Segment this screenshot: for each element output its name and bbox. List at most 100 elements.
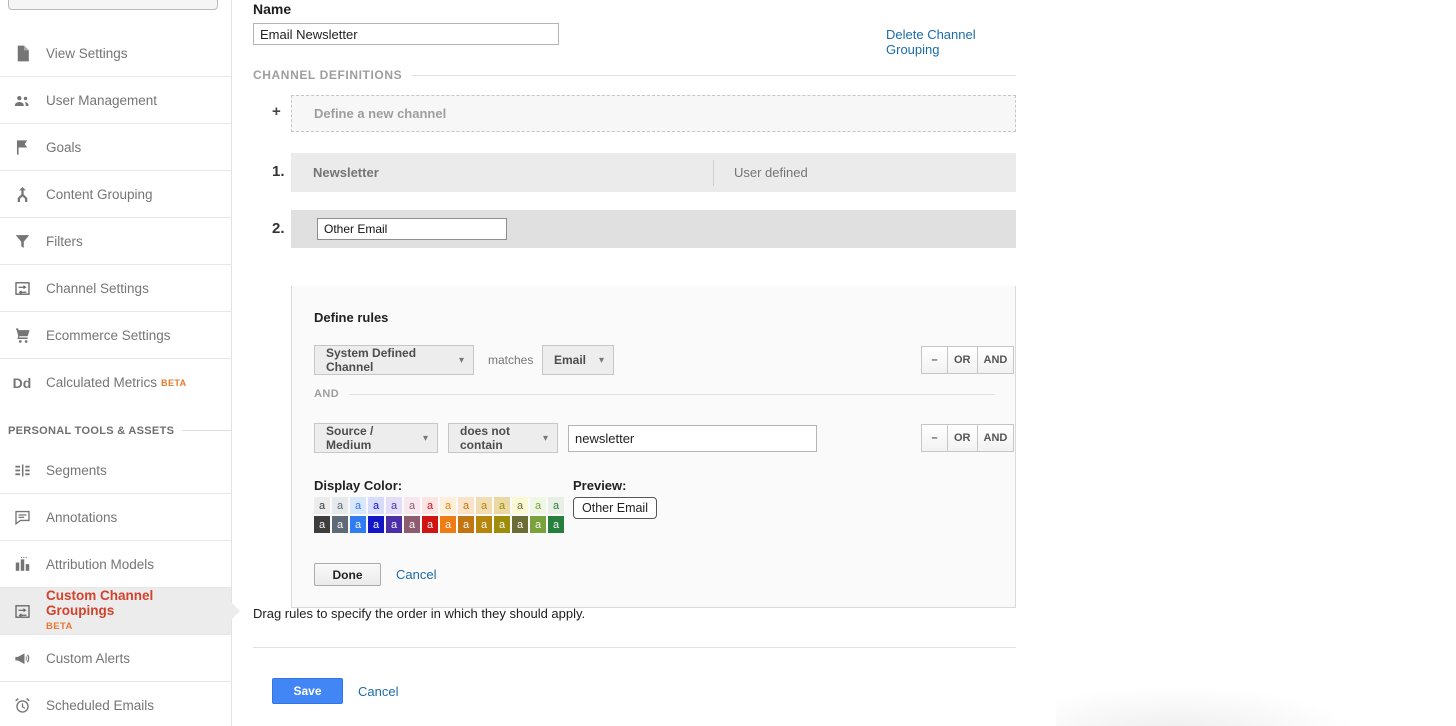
rule1-field-dropdown[interactable]: System Defined Channel ▾	[314, 345, 474, 375]
channel-row-newsletter[interactable]: Newsletter User defined	[291, 153, 1016, 192]
people-icon	[10, 90, 34, 110]
rule2-operator-value: does not contain	[460, 424, 533, 452]
color-swatch-green-dark[interactable]: a	[548, 516, 564, 533]
rule1-and-button[interactable]: AND	[978, 346, 1015, 374]
sidebar-item-user-management[interactable]: User Management	[0, 77, 231, 124]
rule2-or-button[interactable]: OR	[948, 424, 978, 452]
rule2-and-button[interactable]: AND	[978, 424, 1015, 452]
sidebar-item-goals[interactable]: Goals	[0, 124, 231, 171]
rule1-value-dropdown[interactable]: Email ▾	[542, 345, 614, 375]
color-swatch-gold-dark[interactable]: a	[476, 516, 492, 533]
channel-row-other-email-header	[291, 210, 1016, 248]
chevron-down-icon: ▾	[599, 355, 604, 366]
sidebar-item-label: Calculated Metrics	[46, 375, 157, 390]
rule1-remove-button[interactable]: –	[921, 346, 948, 374]
sidebar-item-ecommerce-settings[interactable]: Ecommerce Settings	[0, 312, 231, 359]
color-swatch-gold-light[interactable]: a	[476, 497, 492, 514]
color-swatch-gray-dark[interactable]: a	[314, 516, 330, 533]
color-swatch-gray-light[interactable]: a	[314, 497, 330, 514]
beta-badge: BETA	[161, 378, 186, 388]
sidebar-top-selector[interactable]	[8, 0, 218, 10]
rule2-remove-button[interactable]: –	[921, 424, 948, 452]
color-swatch-blue-dark[interactable]: a	[350, 516, 366, 533]
sidebar-item-label: Channel Settings	[46, 281, 149, 296]
color-swatch-lime-dark[interactable]: a	[530, 516, 546, 533]
drag-hint-text: Drag rules to specify the order in which…	[253, 606, 585, 621]
funnel-icon	[10, 231, 34, 251]
rule2-logic-buttons: – OR AND	[921, 424, 1014, 452]
color-swatch-amber-dark[interactable]: a	[458, 516, 474, 533]
personal-tools-section-header: PERSONAL TOOLS & ASSETS	[0, 406, 231, 447]
color-swatch-drab-dark[interactable]: a	[512, 516, 528, 533]
swatch-row-dark: aaaaaaaaaaaaaa	[314, 516, 564, 533]
color-swatch-olive-light[interactable]: a	[494, 497, 510, 514]
and-divider: AND	[314, 388, 995, 400]
color-swatch-orange-light[interactable]: a	[440, 497, 456, 514]
rule2-operator-dropdown[interactable]: does not contain ▾	[448, 423, 558, 453]
color-swatch-green-light[interactable]: a	[548, 497, 564, 514]
main-content: Name Delete Channel Grouping CHANNEL DEF…	[232, 0, 1456, 726]
channel-row-type: User defined	[714, 165, 808, 180]
sidebar-item-label: Segments	[46, 463, 107, 478]
channel-icon	[10, 601, 34, 621]
sidebar-item-attribution-models[interactable]: Attribution Models	[0, 541, 231, 588]
define-new-channel-button[interactable]: Define a new channel	[291, 95, 1016, 132]
sidebar-item-label: Scheduled Emails	[46, 698, 154, 713]
channel-editor-panel: Define rules System Defined Channel ▾ ma…	[291, 286, 1016, 608]
channel-definitions-title: CHANNEL DEFINITIONS	[253, 68, 402, 82]
sidebar-item-label: User Management	[46, 93, 157, 108]
sidebar-item-label: Filters	[46, 234, 83, 249]
rule2-field-dropdown[interactable]: Source / Medium ▾	[314, 423, 438, 453]
color-swatch-purple-dark[interactable]: a	[386, 516, 402, 533]
color-swatch-orange-dark[interactable]: a	[440, 516, 456, 533]
sidebar-item-annotations[interactable]: Annotations	[0, 494, 231, 541]
color-swatch-navy-dark[interactable]: a	[368, 516, 384, 533]
sidebar-item-label: Annotations	[46, 510, 117, 525]
segments-icon	[10, 460, 34, 480]
save-cancel-link[interactable]: Cancel	[358, 684, 398, 699]
rule-1-number: 1.	[272, 163, 285, 180]
plus-icon[interactable]: +	[272, 103, 281, 120]
color-swatch-navy-light[interactable]: a	[368, 497, 384, 514]
channel-icon	[10, 278, 34, 298]
color-swatch-lime-light[interactable]: a	[530, 497, 546, 514]
section-rule-line	[412, 75, 1016, 76]
name-label: Name	[253, 1, 291, 17]
color-swatch-slate-dark[interactable]: a	[332, 516, 348, 533]
editor-cancel-link[interactable]: Cancel	[396, 567, 436, 582]
section-rule-line	[182, 430, 231, 431]
sidebar-item-content-grouping[interactable]: Content Grouping	[0, 171, 231, 218]
color-swatch-slate-light[interactable]: a	[332, 497, 348, 514]
rule2-value-input[interactable]	[568, 425, 817, 452]
color-swatch-mauve-dark[interactable]: a	[404, 516, 420, 533]
sidebar-item-label: Attribution Models	[46, 557, 154, 572]
annotation-bubble-icon	[10, 507, 34, 527]
color-swatch-red-dark[interactable]: a	[422, 516, 438, 533]
sidebar-item-label: Custom Channel Groupings	[46, 588, 223, 618]
channel-grouping-name-input[interactable]	[253, 23, 559, 45]
sidebar-item-label: Goals	[46, 140, 81, 155]
sidebar-item-custom-channel-groupings[interactable]: Custom Channel GroupingsBETA	[0, 588, 231, 635]
sidebar-item-filters[interactable]: Filters	[0, 218, 231, 265]
channel-name-input[interactable]	[317, 218, 507, 240]
sidebar-item-calculated-metrics[interactable]: DdCalculated MetricsBETA	[0, 359, 231, 406]
rule1-or-button[interactable]: OR	[948, 346, 978, 374]
sidebar-item-view-settings[interactable]: View Settings	[0, 30, 231, 77]
color-swatch-red-light[interactable]: a	[422, 497, 438, 514]
color-swatch-blue-light[interactable]: a	[350, 497, 366, 514]
display-color-label: Display Color:	[314, 478, 402, 493]
delete-channel-grouping-link[interactable]: Delete Channel Grouping	[886, 27, 1016, 57]
sidebar-item-scheduled-emails[interactable]: Scheduled Emails	[0, 682, 231, 726]
sidebar-item-channel-settings[interactable]: Channel Settings	[0, 265, 231, 312]
color-swatch-purple-light[interactable]: a	[386, 497, 402, 514]
save-button[interactable]: Save	[272, 678, 343, 704]
sidebar-item-segments[interactable]: Segments	[0, 447, 231, 494]
sidebar-item-custom-alerts[interactable]: Custom Alerts	[0, 635, 231, 682]
done-button[interactable]: Done	[314, 563, 381, 586]
color-swatch-olive-dark[interactable]: a	[494, 516, 510, 533]
color-swatch-mauve-light[interactable]: a	[404, 497, 420, 514]
sidebar-item-label: View Settings	[46, 46, 128, 61]
color-swatch-amber-light[interactable]: a	[458, 497, 474, 514]
swatch-row-light: aaaaaaaaaaaaaa	[314, 497, 564, 514]
color-swatch-drab-light[interactable]: a	[512, 497, 528, 514]
